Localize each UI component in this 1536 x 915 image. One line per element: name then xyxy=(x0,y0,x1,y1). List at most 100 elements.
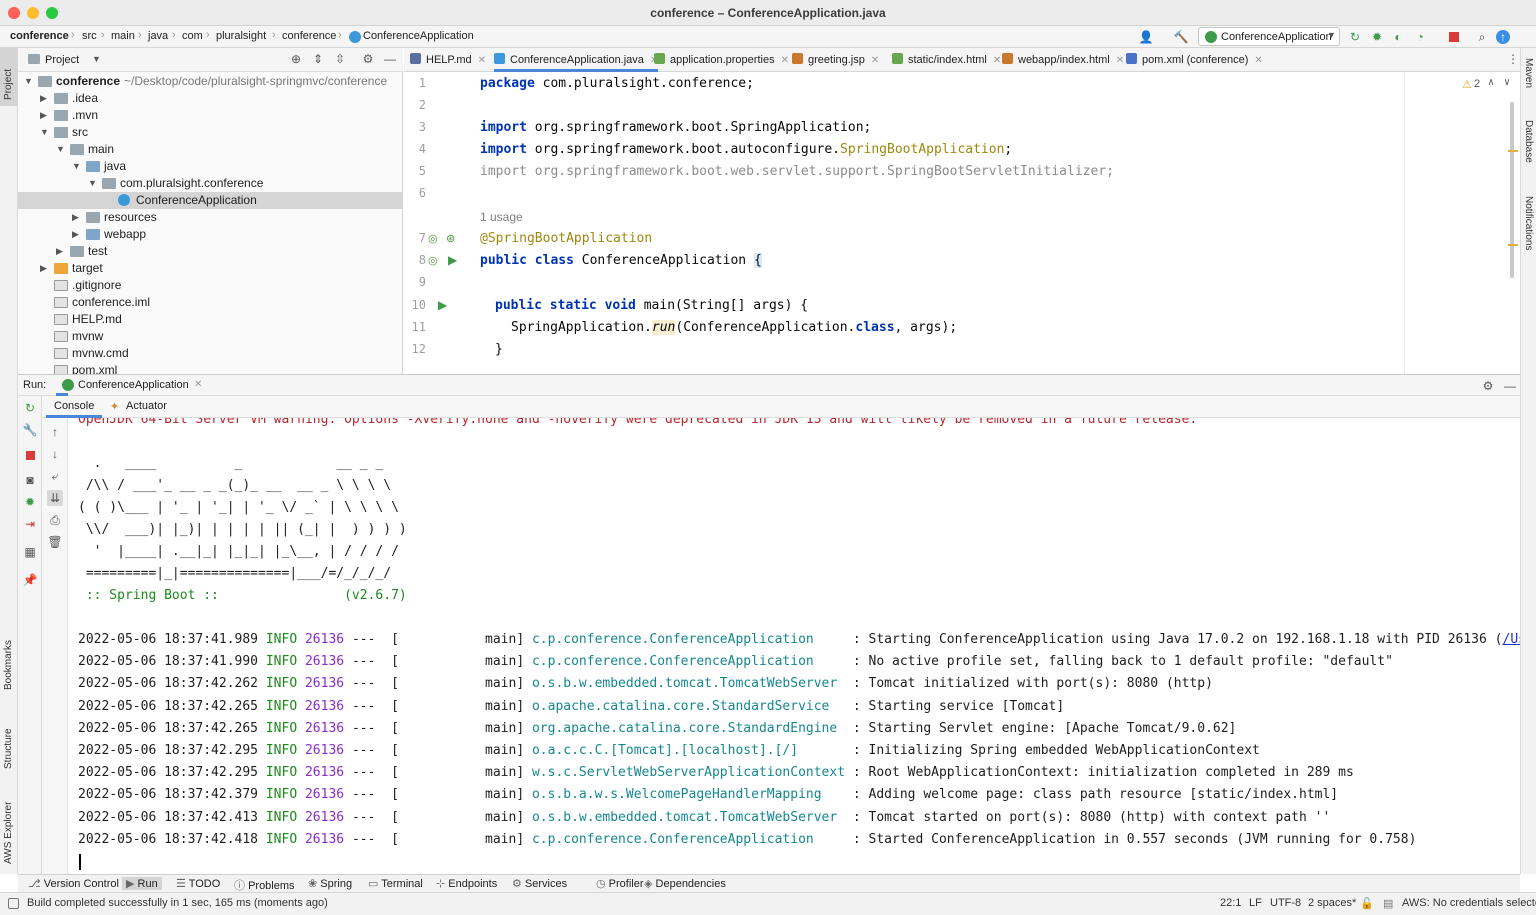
editor-tab[interactable]: HELP.md ✕ xyxy=(410,48,486,72)
update-icon[interactable]: ↑ xyxy=(1496,30,1510,44)
chevron-down-icon[interactable]: ▼ xyxy=(88,175,97,192)
tree-item[interactable]: ▼ conference ~/Desktop/code/pluralsight-sp… xyxy=(18,73,402,90)
tree-item[interactable]: ▶ .idea xyxy=(18,90,402,107)
tool-button-dependencies[interactable]: ◈ Dependencies xyxy=(644,877,726,890)
hide-panel-icon[interactable]: — xyxy=(382,51,398,67)
tree-item[interactable]: ▶ .mvn xyxy=(18,107,402,124)
tree-item[interactable]: conference.iml xyxy=(18,294,402,311)
chevron-right-icon[interactable]: ▶ xyxy=(72,209,79,226)
chevron-down-icon[interactable]: ▼ xyxy=(24,73,33,90)
locate-icon[interactable]: ⊕ xyxy=(288,51,304,67)
status-message[interactable]: Build completed successfully in 1 sec, 1… xyxy=(27,897,328,909)
chevron-right-icon[interactable]: ▶ xyxy=(56,243,63,260)
tree-item[interactable]: mvnw.cmd xyxy=(18,345,402,362)
breadcrumb-main[interactable]: main xyxy=(111,30,135,42)
soft-wrap-icon[interactable]: ⤶ xyxy=(47,468,63,484)
tree-item[interactable]: HELP.md xyxy=(18,311,402,328)
project-tool-button[interactable]: Project xyxy=(0,48,17,106)
tool-button-services[interactable]: ⚙ Services xyxy=(512,877,567,890)
code-editor[interactable]: package com.pluralsight.conference; impo… xyxy=(466,72,1520,374)
breadcrumb-com[interactable]: com xyxy=(182,30,203,42)
chevron-right-icon[interactable]: ▶ xyxy=(40,260,47,277)
close-icon[interactable]: ✕ xyxy=(1254,55,1262,66)
chevron-right-icon[interactable]: ▶ xyxy=(72,226,79,243)
editor-tab[interactable]: ConferenceApplication.java✕ xyxy=(494,48,659,72)
editor-tab[interactable]: pom.xml (conference) ✕ xyxy=(1126,48,1263,72)
database-tool-button[interactable]: Database xyxy=(1521,118,1536,176)
stop-icon[interactable] xyxy=(22,448,38,464)
breadcrumb-java[interactable]: java xyxy=(148,30,168,42)
notifications-tool-button[interactable]: Notifications xyxy=(1521,194,1536,264)
run-class-gutter-icon[interactable]: ▶ xyxy=(448,253,457,267)
stop-icon[interactable] xyxy=(1446,29,1462,45)
debug-icon[interactable]: ✹ xyxy=(22,494,38,510)
caret-position[interactable]: 22:1 xyxy=(1220,897,1241,909)
tree-item[interactable]: ▶ test xyxy=(18,243,402,260)
tool-button-todo[interactable]: ☰ TODO xyxy=(176,877,220,890)
previous-highlight-icon[interactable]: ∧ xyxy=(1488,77,1494,88)
tree-item[interactable]: ▶ resources xyxy=(18,209,402,226)
more-tabs-icon[interactable]: ⋮ xyxy=(1505,51,1521,67)
aws-explorer-tool-button[interactable]: AWS Explorer xyxy=(0,788,17,868)
close-icon[interactable]: ✕ xyxy=(1116,55,1124,66)
warning-stripe-mark[interactable] xyxy=(1508,150,1518,152)
tree-item[interactable]: ConferenceApplication xyxy=(18,192,402,209)
editor-scrollbar[interactable] xyxy=(1510,102,1514,278)
breadcrumb-conference[interactable]: conference xyxy=(282,30,336,42)
warnings-count[interactable]: 2 xyxy=(1474,78,1480,90)
editor-tab[interactable]: application.properties ✕ xyxy=(654,48,789,72)
aws-credentials[interactable]: AWS: No credentials selected xyxy=(1402,897,1536,909)
editor-tab[interactable]: greeting.jsp ✕ xyxy=(792,48,879,72)
structure-tool-button[interactable]: Structure xyxy=(0,713,17,773)
expand-all-icon[interactable]: ⇕ xyxy=(310,51,326,67)
rerun-icon[interactable]: ↻ xyxy=(22,400,38,416)
build-hammer-icon[interactable]: 🔨 xyxy=(1173,29,1189,45)
collapse-all-icon[interactable]: ⇳ xyxy=(332,51,348,67)
console-output[interactable]: OpenJDK 64-Bit Server VM warning: Option… xyxy=(68,418,1520,874)
exit-icon[interactable]: ⇥ xyxy=(22,516,38,532)
tool-button-profiler[interactable]: ◷ Profiler xyxy=(596,877,644,890)
close-icon[interactable]: ✕ xyxy=(194,379,202,390)
tree-item[interactable]: ▶ webapp xyxy=(18,226,402,243)
chevron-down-icon[interactable]: ▼ xyxy=(92,54,101,64)
camera-icon[interactable]: ◙ xyxy=(22,472,38,488)
spring-config-gutter-icon[interactable]: ⊛ xyxy=(446,232,455,245)
usage-hint[interactable]: 1 usage xyxy=(480,210,523,224)
tool-button-spring[interactable]: ❀ Spring xyxy=(308,877,352,890)
tab-console[interactable]: Console xyxy=(46,396,103,418)
trash-icon[interactable]: 🗑 xyxy=(47,534,63,550)
tab-actuator[interactable]: Actuator xyxy=(126,400,167,412)
search-icon[interactable]: ⌕ xyxy=(1474,29,1490,45)
tree-item[interactable]: .gitignore xyxy=(18,277,402,294)
tree-item[interactable]: ▼ main xyxy=(18,141,402,158)
tool-button-terminal[interactable]: ▭ Terminal xyxy=(368,877,423,890)
tree-item[interactable]: ▶ target xyxy=(18,260,402,277)
indent-setting[interactable]: 2 spaces* xyxy=(1308,897,1356,909)
run-config-selector[interactable]: ConferenceApplication ▼ xyxy=(1198,27,1340,46)
tool-button-problems[interactable]: ⓘ Problems xyxy=(234,877,295,893)
wrench-icon[interactable]: 🔧 xyxy=(22,422,38,438)
breadcrumb-src[interactable]: src xyxy=(82,30,97,42)
chevron-down-icon[interactable]: ▼ xyxy=(72,158,81,175)
rerun-icon[interactable]: ↻ xyxy=(1347,29,1363,45)
tree-item[interactable]: mvnw xyxy=(18,328,402,345)
scroll-down-icon[interactable]: ↓ xyxy=(47,446,63,462)
toggle-tool-windows-icon[interactable] xyxy=(8,898,19,909)
breadcrumb-pluralsight[interactable]: pluralsight xyxy=(216,30,266,42)
gear-icon[interactable]: ⚙ xyxy=(1480,378,1496,394)
gear-icon[interactable]: ⚙ xyxy=(360,51,376,67)
spring-bean-gutter-icon[interactable]: ◎ xyxy=(428,232,438,245)
warning-stripe-mark[interactable] xyxy=(1508,244,1518,246)
maven-tool-button[interactable]: Maven xyxy=(1521,56,1536,104)
run-tab-conference-application[interactable]: ConferenceApplication ✕ xyxy=(56,375,202,396)
scroll-up-icon[interactable]: ↑ xyxy=(47,424,63,440)
chevron-down-icon[interactable]: ▼ xyxy=(40,124,49,141)
print-icon[interactable]: ⎙ xyxy=(47,512,63,528)
close-icon[interactable]: ✕ xyxy=(993,55,1001,66)
lock-icon[interactable]: 🔓 xyxy=(1360,897,1374,910)
debug-icon[interactable]: ✹ xyxy=(1369,29,1385,45)
close-icon[interactable]: ✕ xyxy=(871,55,879,66)
tree-item[interactable]: ▼ src xyxy=(18,124,402,141)
user-icon[interactable]: 👤 xyxy=(1138,29,1154,45)
tree-item[interactable]: ▼ com.pluralsight.conference xyxy=(18,175,402,192)
